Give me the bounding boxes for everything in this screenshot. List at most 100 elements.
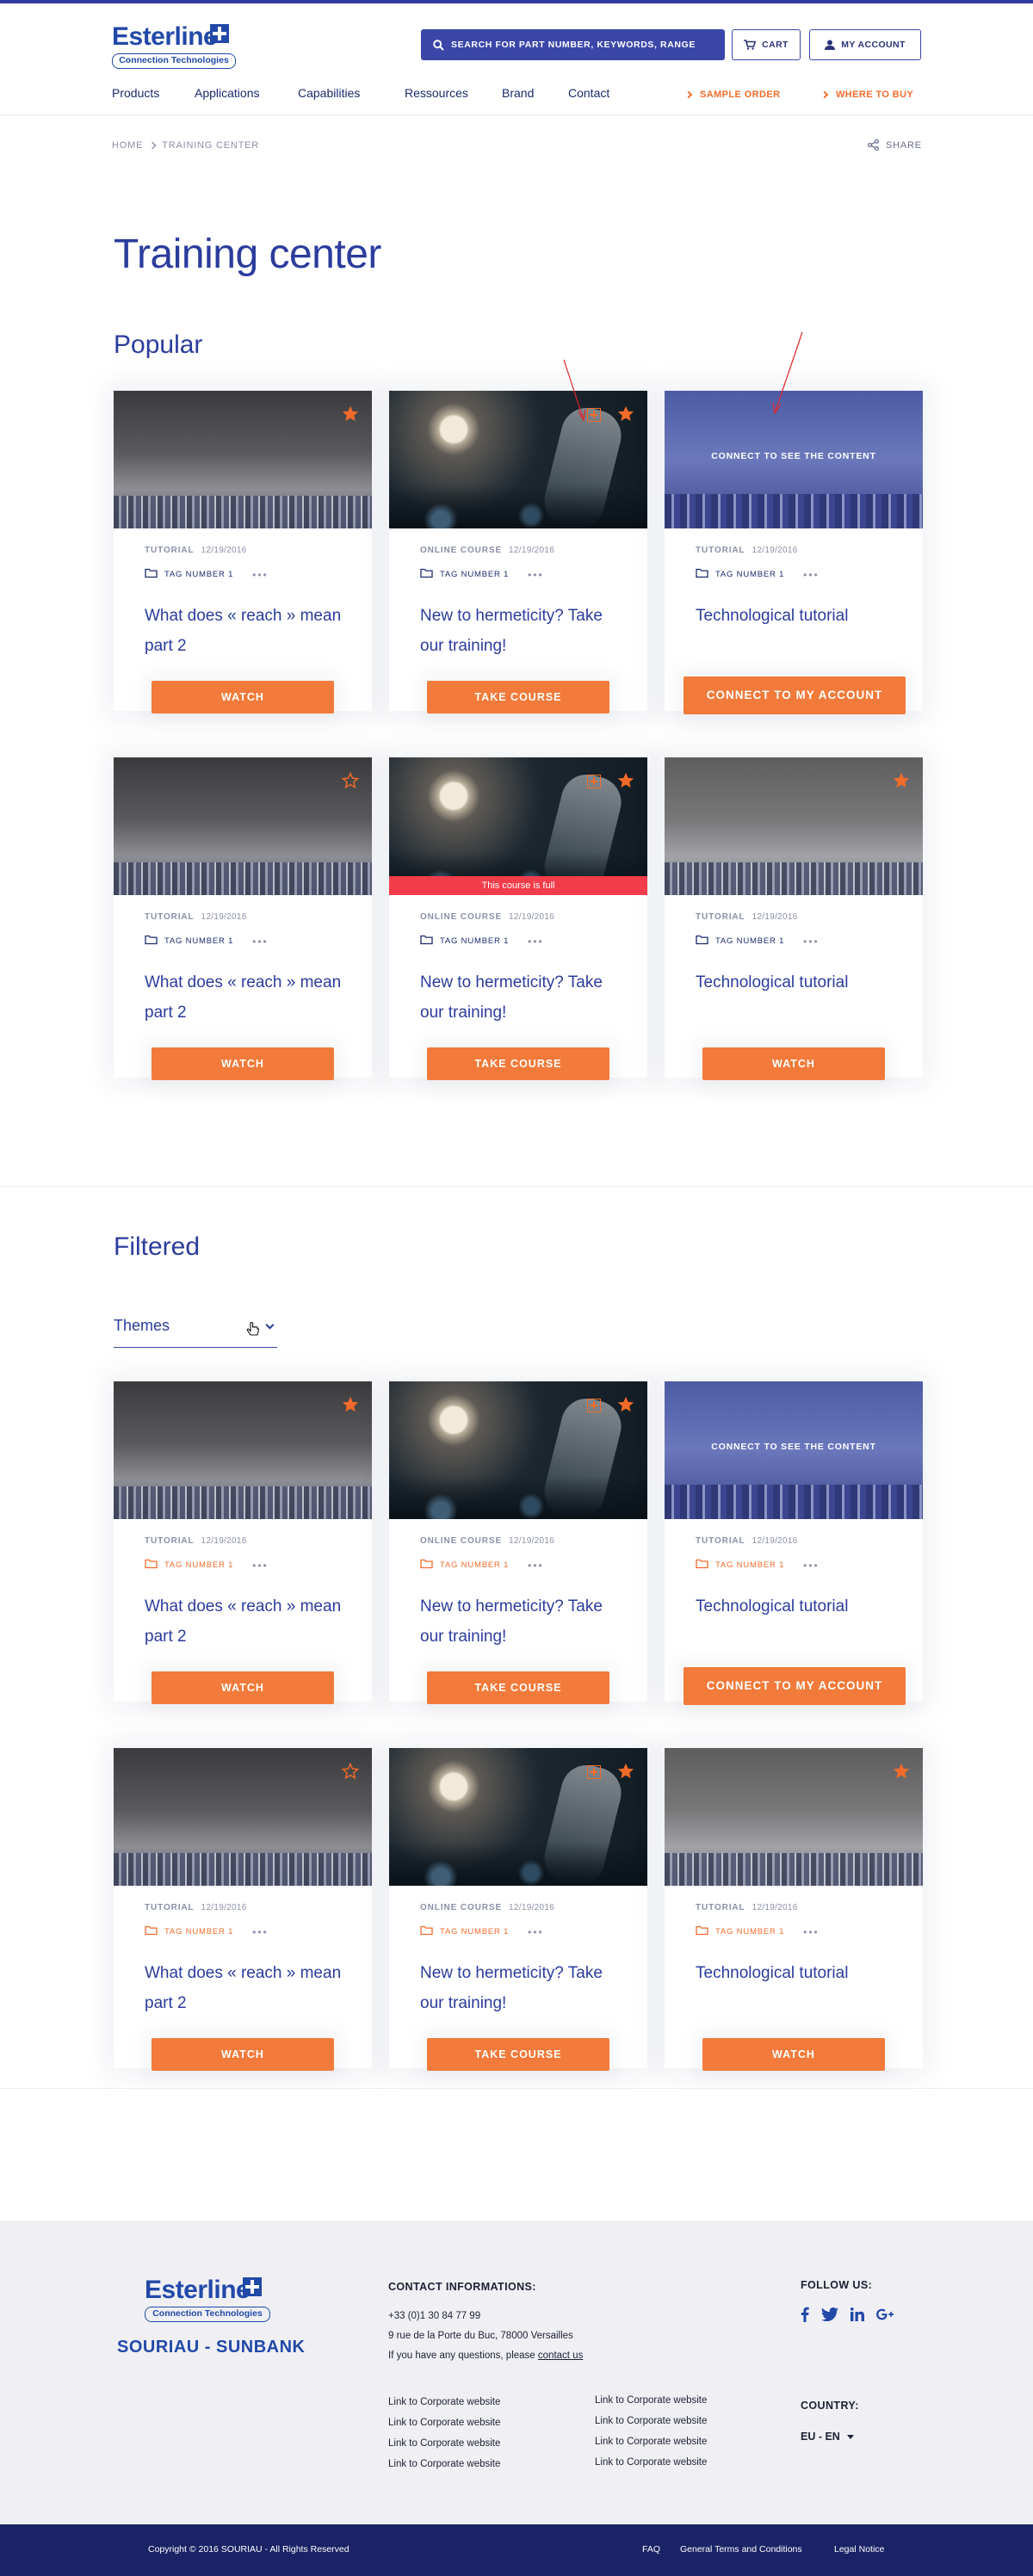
card-title[interactable]: New to hermeticity? Take our training! — [420, 601, 627, 661]
cart-button[interactable]: Cart — [732, 29, 801, 60]
card-title[interactable]: Technological tutorial — [696, 1958, 902, 1988]
legal-notice-link[interactable]: Legal Notice — [834, 2544, 884, 2554]
card-action-button[interactable]: Watch — [702, 1047, 885, 1080]
more-tags-icon[interactable]: ••• — [803, 1560, 820, 1572]
footer-esterline-logo[interactable]: Esterline Connection Technologies — [145, 2276, 274, 2322]
card-tags[interactable]: Tag number 1 ••• — [420, 568, 544, 581]
corporate-link[interactable]: Link to Corporate website — [388, 2438, 500, 2449]
more-tags-icon[interactable]: ••• — [803, 1926, 820, 1938]
card-action-button[interactable]: Watch — [702, 2038, 885, 2071]
card-tags[interactable]: Tag number 1 ••• — [145, 1925, 269, 1938]
card-thumbnail[interactable] — [665, 1748, 923, 1886]
more-tags-icon[interactable]: ••• — [252, 569, 269, 581]
corporate-link[interactable]: Link to Corporate website — [595, 2416, 707, 2426]
card-title[interactable]: Technological tutorial — [696, 1591, 902, 1622]
more-tags-icon[interactable]: ••• — [528, 936, 544, 948]
esterline-logo[interactable]: Esterline Connection Technologies — [112, 22, 236, 71]
card-action-button[interactable]: Watch — [152, 1047, 334, 1080]
card-action-button[interactable]: Watch — [152, 2038, 334, 2071]
more-tags-icon[interactable]: ••• — [252, 1926, 269, 1938]
card-thumbnail[interactable] — [114, 1748, 372, 1886]
card-title[interactable]: New to hermeticity? Take our training! — [420, 1591, 627, 1652]
card-title[interactable]: New to hermeticity? Take our training! — [420, 1958, 627, 2018]
card-thumbnail[interactable]: This course is full — [389, 757, 647, 895]
card-thumbnail[interactable] — [665, 757, 923, 895]
corporate-link[interactable]: Link to Corporate website — [595, 2437, 707, 2447]
googleplus-icon[interactable] — [876, 2308, 894, 2320]
more-tags-icon[interactable]: ••• — [252, 1560, 269, 1572]
training-card[interactable]: Connect to see the content Tutorial 12/19/… — [665, 1381, 923, 1705]
nav-item-capabilities[interactable]: Capabilities — [298, 86, 360, 100]
nav-item-ressources[interactable]: Ressources — [405, 86, 468, 100]
corporate-link[interactable]: Link to Corporate website — [388, 2397, 500, 2407]
card-action-button[interactable]: Take course — [427, 1671, 609, 1704]
themes-select[interactable]: Themes — [114, 1313, 277, 1348]
card-tag[interactable]: Tag number 1 — [164, 1927, 233, 1937]
card-title[interactable]: Technological tutorial — [696, 601, 902, 631]
card-thumbnail[interactable]: Connect to see the content — [665, 1381, 923, 1519]
card-action-button[interactable]: Connect to my account — [684, 1667, 906, 1705]
card-tag[interactable]: Tag number 1 — [164, 1560, 233, 1570]
card-thumbnail[interactable] — [114, 1381, 372, 1519]
training-card[interactable]: Connect to see the content Tutorial 12/19/… — [665, 391, 923, 714]
star-icon[interactable] — [892, 771, 911, 790]
card-action-button[interactable]: Take course — [427, 681, 609, 713]
corporate-link[interactable]: Link to Corporate website — [595, 2457, 707, 2468]
more-tags-icon[interactable]: ••• — [528, 1926, 544, 1938]
card-title[interactable]: What does « reach » mean part 2 — [145, 601, 351, 661]
training-card[interactable]: Tutorial 12/19/2016 Tag number 1 ••• What do… — [114, 757, 372, 1080]
card-tag[interactable]: Tag number 1 — [440, 1560, 509, 1570]
training-card[interactable]: Tutorial 12/19/2016 Tag number 1 ••• Technol… — [665, 1748, 923, 2071]
card-title[interactable]: What does « reach » mean part 2 — [145, 1958, 351, 2018]
star-outline-icon[interactable] — [341, 771, 360, 790]
star-icon[interactable] — [616, 405, 635, 423]
country-select[interactable]: EU - EN — [801, 2431, 854, 2443]
card-tag[interactable]: Tag number 1 — [715, 570, 784, 579]
corporate-link[interactable]: Link to Corporate website — [595, 2395, 707, 2406]
card-action-button[interactable]: Watch — [152, 681, 334, 713]
card-action-button[interactable]: Take course — [427, 1047, 609, 1080]
card-tags[interactable]: Tag number 1 ••• — [696, 935, 820, 948]
card-title[interactable]: Technological tutorial — [696, 967, 902, 998]
card-tags[interactable]: Tag number 1 ••• — [145, 568, 269, 581]
card-action-button[interactable]: Take course — [427, 2038, 609, 2071]
card-action-button[interactable]: Connect to my account — [684, 676, 906, 714]
card-tags[interactable]: Tag number 1 ••• — [696, 1925, 820, 1938]
nav-item-products[interactable]: Products — [112, 86, 159, 100]
star-icon[interactable] — [616, 771, 635, 790]
training-card[interactable]: Tutorial 12/19/2016 Tag number 1 ••• What do… — [114, 1748, 372, 2071]
add-to-list-icon[interactable] — [587, 1399, 601, 1412]
corporate-link[interactable]: Link to Corporate website — [388, 2459, 500, 2469]
card-thumbnail[interactable] — [114, 391, 372, 528]
card-tags[interactable]: Tag number 1 ••• — [145, 935, 269, 948]
my-account-button[interactable]: My account — [809, 29, 921, 60]
card-tag[interactable]: Tag number 1 — [715, 1560, 784, 1570]
terms-link[interactable]: General Terms and Conditions — [680, 2544, 802, 2554]
card-tags[interactable]: Tag number 1 ••• — [420, 1925, 544, 1938]
contact-us-link[interactable]: contact us — [538, 2351, 583, 2361]
add-to-list-icon[interactable] — [587, 1765, 601, 1779]
faq-link[interactable]: FAQ — [642, 2544, 660, 2554]
card-tags[interactable]: Tag number 1 ••• — [696, 1559, 820, 1572]
training-card[interactable]: Online course 12/19/2016 Tag number 1 ••• Ne… — [389, 391, 647, 713]
card-thumbnail[interactable] — [389, 391, 647, 528]
more-tags-icon[interactable]: ••• — [803, 936, 820, 948]
sample-order-link[interactable]: Sample order — [684, 90, 780, 100]
training-card[interactable]: This course is full Online course 12/19/20… — [389, 757, 647, 1080]
nav-item-brand[interactable]: Brand — [502, 86, 534, 100]
card-thumbnail[interactable]: Connect to see the content — [665, 391, 923, 528]
card-thumbnail[interactable] — [389, 1748, 647, 1886]
more-tags-icon[interactable]: ••• — [252, 936, 269, 948]
star-outline-icon[interactable] — [341, 1762, 360, 1781]
star-icon[interactable] — [341, 405, 360, 423]
training-card[interactable]: Online course 12/19/2016 Tag number 1 ••• Ne… — [389, 1748, 647, 2071]
card-tag[interactable]: Tag number 1 — [715, 936, 784, 946]
search-button[interactable]: Search for part number, keywords, range — [421, 29, 725, 60]
add-to-list-icon[interactable] — [587, 775, 601, 788]
corporate-link[interactable]: Link to Corporate website — [388, 2418, 500, 2428]
card-tag[interactable]: Tag number 1 — [164, 570, 233, 579]
training-card[interactable]: Tutorial 12/19/2016 Tag number 1 ••• Technol… — [665, 757, 923, 1080]
card-title[interactable]: What does « reach » mean part 2 — [145, 1591, 351, 1652]
card-thumbnail[interactable] — [114, 757, 372, 895]
card-tag[interactable]: Tag number 1 — [440, 1927, 509, 1937]
